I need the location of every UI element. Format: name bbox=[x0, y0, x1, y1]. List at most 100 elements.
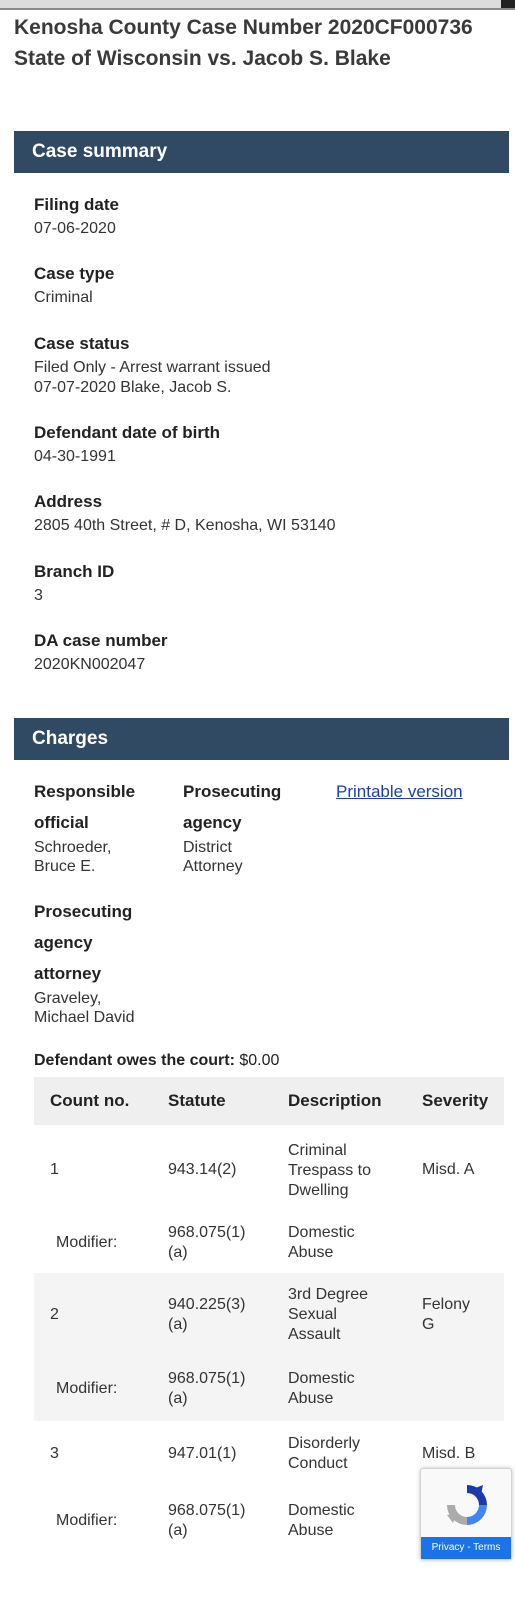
recaptcha-privacy-terms[interactable]: Privacy - Terms bbox=[421, 1537, 511, 1559]
modifier-statute: 968.075(1) (a) bbox=[168, 1501, 278, 1541]
description-line: Domestic bbox=[288, 1370, 355, 1387]
amount-owed: Defendant owes the court: $0.00 bbox=[34, 1052, 279, 1070]
prosecuting-agency-attorney: Prosecuting agency attorney Graveley, Mi… bbox=[34, 896, 194, 1027]
modifier-label: Modifier: bbox=[56, 1512, 118, 1529]
description-line: Abuse bbox=[288, 1390, 334, 1407]
printable-version-link[interactable]: Printable version bbox=[336, 782, 463, 802]
description-line: Trespass to bbox=[288, 1162, 371, 1179]
statute-line: (a) bbox=[168, 1390, 188, 1407]
count-cell: 3 bbox=[50, 1445, 59, 1462]
statute-line: 968.075(1) bbox=[168, 1224, 246, 1241]
recaptcha-icon bbox=[443, 1481, 491, 1534]
modifier-statute: 968.075(1) (a) bbox=[168, 1223, 278, 1263]
header-severity: Severity bbox=[422, 1091, 489, 1110]
attorney-value-2: Michael David bbox=[34, 1009, 135, 1026]
case-type-label: Case type bbox=[34, 264, 115, 283]
responsible-official-value-1: Schroeder, bbox=[34, 839, 112, 856]
description-line: Assault bbox=[288, 1326, 341, 1343]
branch-id-label: Branch ID bbox=[34, 562, 115, 581]
statute-line: 968.075(1) bbox=[168, 1502, 246, 1519]
prosecuting-agency-label-2: agency bbox=[183, 813, 242, 832]
dob-field: Defendant date of birth 04-30-1991 bbox=[34, 421, 494, 467]
modifier-description: Domestic Abuse bbox=[288, 1223, 408, 1263]
responsible-official-label-1: Responsible bbox=[34, 782, 136, 801]
attorney-label-3: attorney bbox=[34, 964, 102, 983]
severity-cell: Misd. A bbox=[422, 1160, 502, 1180]
description-cell: Disorderly Conduct bbox=[288, 1434, 408, 1474]
statute-line: 947.01(1) bbox=[168, 1445, 237, 1462]
case-status-field: Case status Filed Only - Arrest warrant … bbox=[34, 332, 494, 398]
severity-line: Felony bbox=[422, 1296, 471, 1313]
header-statute: Statute bbox=[168, 1091, 226, 1110]
da-case-number-value: 2020KN002047 bbox=[34, 656, 146, 673]
modifier-label: Modifier: bbox=[56, 1234, 118, 1251]
dob-label: Defendant date of birth bbox=[34, 423, 221, 442]
da-case-number-field: DA case number 2020KN002047 bbox=[34, 629, 494, 675]
description-line: Sexual bbox=[288, 1306, 337, 1323]
da-case-number-label: DA case number bbox=[34, 631, 168, 650]
case-status-value-line2: 07-07-2020 Blake, Jacob S. bbox=[34, 379, 232, 396]
statute-line: 968.075(1) bbox=[168, 1370, 246, 1387]
case-status-label: Case status bbox=[34, 334, 130, 353]
filing-date-label: Filing date bbox=[34, 195, 119, 214]
page-title: Kenosha County Case Number 2020CF000736 … bbox=[14, 16, 473, 70]
description-line: 3rd Degree bbox=[288, 1286, 369, 1303]
statute-line: (a) bbox=[168, 1316, 188, 1333]
description-line: Dwelling bbox=[288, 1182, 349, 1199]
prosecuting-agency: Prosecuting agency District Attorney bbox=[183, 776, 323, 876]
amount-owed-label: Defendant owes the court: bbox=[34, 1052, 235, 1069]
description-cell: Criminal Trespass to Dwelling bbox=[288, 1141, 408, 1201]
table-row: 1 943.14(2) Criminal Trespass to Dwellin… bbox=[34, 1125, 504, 1215]
responsible-official-label-2: official bbox=[34, 813, 89, 832]
dob-value: 04-30-1991 bbox=[34, 448, 116, 465]
severity-line: Misd. A bbox=[422, 1161, 475, 1178]
statute-cell: 943.14(2) bbox=[168, 1160, 278, 1180]
case-type-value: Criminal bbox=[34, 289, 93, 306]
statute-cell: 940.225(3) (a) bbox=[168, 1295, 278, 1335]
filing-date-field: Filing date 07-06-2020 bbox=[34, 193, 494, 239]
attorney-label-1: Prosecuting bbox=[34, 902, 133, 921]
modifier-label: Modifier: bbox=[56, 1380, 118, 1397]
modifier-statute: 968.075(1) (a) bbox=[168, 1369, 278, 1409]
table-row: 2 940.225(3) (a) 3rd Degree Sexual Assau… bbox=[34, 1273, 504, 1361]
statute-cell: 947.01(1) bbox=[168, 1444, 278, 1464]
statute-line: (a) bbox=[168, 1522, 188, 1539]
header-count-no: Count no. bbox=[50, 1091, 130, 1110]
statute-line: (a) bbox=[168, 1244, 188, 1261]
case-status-value-line1: Filed Only - Arrest warrant issued bbox=[34, 359, 271, 376]
case-type-field: Case type Criminal bbox=[34, 262, 494, 308]
description-line: Abuse bbox=[288, 1522, 334, 1539]
severity-line: G bbox=[422, 1316, 435, 1333]
charge-group-2: 2 940.225(3) (a) 3rd Degree Sexual Assau… bbox=[34, 1273, 504, 1421]
branch-id-value: 3 bbox=[34, 587, 43, 604]
severity-cell: Felony G bbox=[422, 1295, 502, 1335]
description-line: Criminal bbox=[288, 1142, 347, 1159]
top-bar-corner bbox=[501, 0, 515, 8]
address-field: Address 2805 40th Street, # D, Kenosha, … bbox=[34, 490, 494, 536]
charge-group-1: 1 943.14(2) Criminal Trespass to Dwellin… bbox=[34, 1125, 504, 1273]
modifier-row: Modifier: 968.075(1) (a) Domestic Abuse bbox=[34, 1361, 504, 1421]
branch-id-field: Branch ID 3 bbox=[34, 560, 494, 606]
description-line: Abuse bbox=[288, 1244, 334, 1261]
responsible-official: Responsible official Schroeder, Bruce E. bbox=[34, 776, 174, 876]
amount-owed-value: $0.00 bbox=[239, 1052, 280, 1069]
filing-date-value: 07-06-2020 bbox=[34, 220, 116, 237]
statute-line: 940.225(3) bbox=[168, 1296, 246, 1313]
count-cell: 2 bbox=[50, 1306, 59, 1323]
modifier-description: Domestic Abuse bbox=[288, 1501, 408, 1541]
count-cell: 1 bbox=[50, 1161, 59, 1178]
charges-table-header: Count no. Statute Description Severity bbox=[34, 1077, 504, 1125]
case-summary-header: Case summary bbox=[14, 131, 509, 173]
top-bar bbox=[0, 0, 515, 10]
modifier-description: Domestic Abuse bbox=[288, 1369, 408, 1409]
prosecuting-agency-value-2: Attorney bbox=[183, 858, 243, 875]
statute-line: 943.14(2) bbox=[168, 1161, 237, 1178]
description-line: Domestic bbox=[288, 1502, 355, 1519]
description-line: Disorderly bbox=[288, 1435, 361, 1452]
responsible-official-value-2: Bruce E. bbox=[34, 858, 96, 875]
address-value: 2805 40th Street, # D, Kenosha, WI 53140 bbox=[34, 517, 336, 534]
attorney-label-2: agency bbox=[34, 933, 93, 952]
recaptcha-badge[interactable]: Privacy - Terms bbox=[420, 1468, 512, 1560]
address-label: Address bbox=[34, 492, 103, 511]
header-description: Description bbox=[288, 1091, 382, 1110]
